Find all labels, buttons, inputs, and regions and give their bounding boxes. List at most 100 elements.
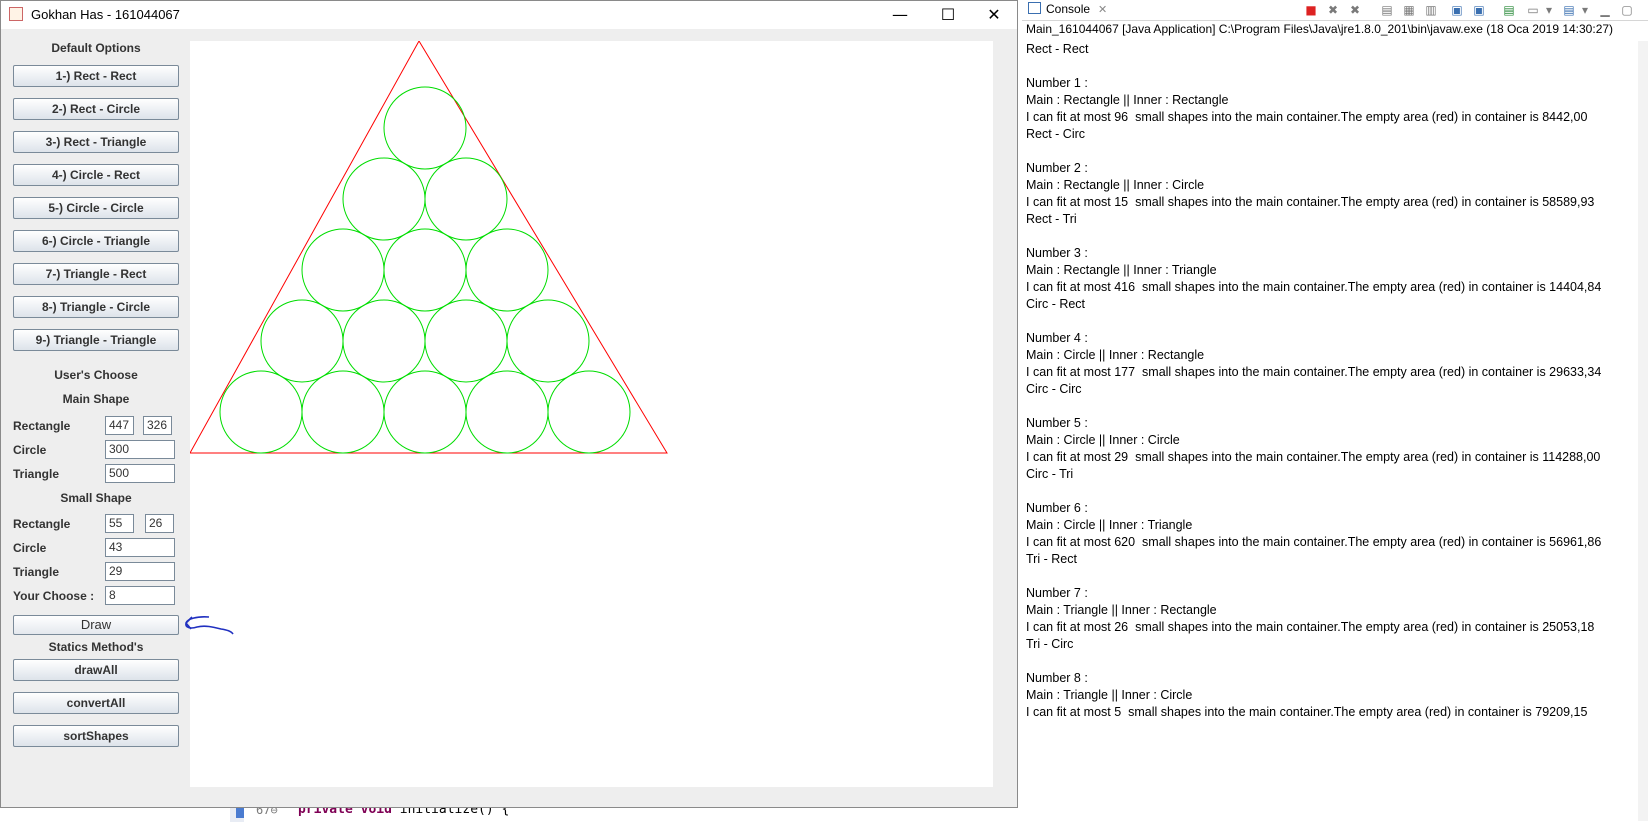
inner-circle <box>219 370 303 454</box>
inner-circle <box>301 228 385 312</box>
inner-circle <box>424 299 508 383</box>
small-rectangle-width-field[interactable]: 55 <box>105 514 134 533</box>
console-line: Circ - Tri <box>1026 467 1074 481</box>
terminate-icon[interactable]: ■ <box>1304 3 1318 17</box>
inner-circle <box>342 299 426 383</box>
inner-circle <box>424 157 508 241</box>
console-line: Rect - Circ <box>1026 127 1086 141</box>
default-options-label: Default Options <box>51 41 141 55</box>
option-button-4[interactable]: 4-) Circle - Rect <box>13 164 179 186</box>
open-console-dropdown-icon[interactable]: ▾ <box>1578 3 1592 17</box>
inner-circle <box>465 370 549 454</box>
option-button-5[interactable]: 5-) Circle - Circle <box>13 197 179 219</box>
console-line: Tri - Circ <box>1026 637 1074 651</box>
inner-circle <box>547 370 631 454</box>
inner-circle <box>260 299 344 383</box>
show-on-output-icon[interactable]: ▣ <box>1450 3 1464 17</box>
minimize-view-icon[interactable]: ▁ <box>1598 3 1612 17</box>
inner-circle <box>506 299 590 383</box>
option-button-8[interactable]: 8-) Triangle - Circle <box>13 296 179 318</box>
small-rectangle-height-field[interactable]: 26 <box>145 514 174 533</box>
display-dropdown-icon[interactable]: ▾ <box>1542 3 1556 17</box>
remove-all-icon[interactable]: ✖ <box>1348 3 1362 17</box>
remove-launch-icon[interactable]: ✖ <box>1326 3 1340 17</box>
console-process-path: Main_161044067 [Java Application] C:\Pro… <box>1026 22 1614 36</box>
title-bar[interactable]: Gokhan Has - 161044067 — ☐ ✕ <box>1 1 1017 29</box>
console-line: Circ - Circ <box>1026 382 1082 396</box>
console-line: Number 7 : <box>1026 586 1088 600</box>
inner-circle <box>383 86 467 170</box>
main-triangle-field[interactable]: 500 <box>105 464 175 483</box>
console-line: Number 8 : <box>1026 671 1088 685</box>
show-on-error-icon[interactable]: ▣ <box>1472 3 1486 17</box>
console-line: Number 1 : <box>1026 76 1088 90</box>
maximize-view-icon[interactable]: ▢ <box>1620 3 1634 17</box>
console-line: Main : Rectangle || Inner : Rectangle <box>1026 93 1229 107</box>
console-line: Circ - Rect <box>1026 297 1086 311</box>
maximize-button[interactable]: ☐ <box>925 1 971 29</box>
console-scrollbar[interactable] <box>1638 41 1648 821</box>
draw-all-button[interactable]: drawAll <box>13 659 179 681</box>
inner-circle <box>383 228 467 312</box>
main-circle-field[interactable]: 300 <box>105 440 175 459</box>
console-line: Main : Rectangle || Inner : Circle <box>1026 178 1205 192</box>
option-button-6[interactable]: 6-) Circle - Triangle <box>13 230 179 252</box>
close-button[interactable]: ✕ <box>971 1 1017 29</box>
your-choose-label: Your Choose : <box>13 589 95 603</box>
small-shape-label: Small Shape <box>60 491 132 505</box>
option-button-3[interactable]: 3-) Rect - Triangle <box>13 131 179 153</box>
draw-button[interactable]: Draw <box>13 615 179 635</box>
scroll-lock-icon[interactable]: ▦ <box>1402 3 1416 17</box>
minimize-button[interactable]: — <box>877 1 923 29</box>
console-line: Main : Circle || Inner : Rectangle <box>1026 348 1205 362</box>
convert-all-button[interactable]: convertAll <box>13 692 179 714</box>
your-choose-field[interactable]: 8 <box>105 586 175 605</box>
option-button-7[interactable]: 7-) Triangle - Rect <box>13 263 179 285</box>
main-triangle-label: Triangle <box>13 467 60 481</box>
small-triangle-label: Triangle <box>13 565 60 579</box>
console-line: Main : Circle || Inner : Triangle <box>1026 518 1193 532</box>
main-rectangle-label: Rectangle <box>13 419 71 433</box>
console-line: Main : Rectangle || Inner : Triangle <box>1026 263 1217 277</box>
display-console-icon[interactable]: ▭ <box>1526 3 1540 17</box>
console-icon <box>1028 2 1041 14</box>
inner-circle <box>301 370 385 454</box>
main-rectangle-width-field[interactable]: 447 <box>105 416 134 435</box>
console-output[interactable]: Rect - Rect Number 1 : Main : Rectangle … <box>1026 41 1640 821</box>
main-shape-label: Main Shape <box>62 392 130 406</box>
option-button-9[interactable]: 9-) Triangle - Triangle <box>13 329 179 351</box>
close-tab-icon[interactable]: ✕ <box>1098 4 1107 16</box>
sort-shapes-button[interactable]: sortShapes <box>13 725 179 747</box>
console-line: I can fit at most 26 small shapes into t… <box>1026 620 1595 634</box>
small-triangle-field[interactable]: 29 <box>105 562 175 581</box>
option-button-1[interactable]: 1-) Rect - Rect <box>13 65 179 87</box>
small-circle-label: Circle <box>13 541 47 555</box>
console-line: Rect - Rect <box>1026 42 1089 56</box>
console-line: I can fit at most 620 small shapes into … <box>1026 535 1602 549</box>
users-choose-label: User's Choose <box>54 368 138 382</box>
open-console-icon[interactable]: ▤ <box>1562 3 1576 17</box>
console-line: I can fit at most 96 small shapes into t… <box>1026 110 1588 124</box>
main-circle-label: Circle <box>13 443 47 457</box>
clear-console-icon[interactable]: ▤ <box>1380 3 1394 17</box>
word-wrap-icon[interactable]: ▥ <box>1424 3 1438 17</box>
small-rectangle-label: Rectangle <box>13 517 71 531</box>
option-button-2[interactable]: 2-) Rect - Circle <box>13 98 179 120</box>
console-line: Number 5 : <box>1026 416 1088 430</box>
console-line: Main : Triangle || Inner : Rectangle <box>1026 603 1217 617</box>
hand-drawn-arrow-annotation <box>185 616 234 635</box>
small-circle-field[interactable]: 43 <box>105 538 175 557</box>
console-line: Number 4 : <box>1026 331 1088 345</box>
main-rectangle-height-field[interactable]: 326 <box>143 416 172 435</box>
drawing-canvas[interactable] <box>189 40 993 787</box>
inner-circle <box>465 228 549 312</box>
app-window: Gokhan Has - 161044067 — ☐ ✕ Default Opt… <box>0 0 1018 808</box>
console-tab[interactable]: Console ✕ <box>1028 2 1107 16</box>
console-line: Rect - Tri <box>1026 212 1077 226</box>
pin-console-icon[interactable]: ▤ <box>1502 3 1516 17</box>
